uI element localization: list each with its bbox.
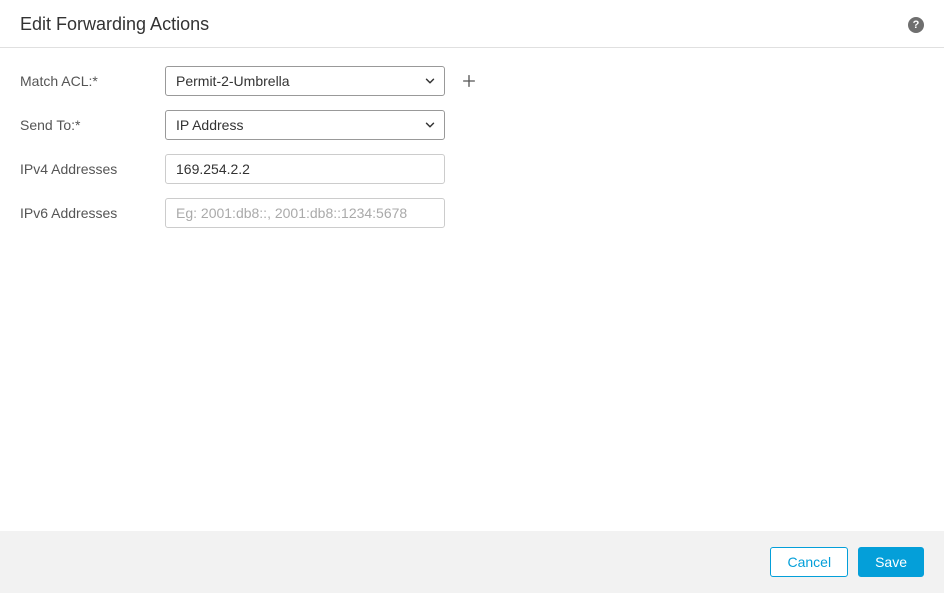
row-ipv4: IPv4 Addresses bbox=[20, 154, 924, 184]
label-match-acl: Match ACL:* bbox=[20, 73, 165, 89]
row-send-to: Send To:* IP Address bbox=[20, 110, 924, 140]
match-acl-value: Permit-2-Umbrella bbox=[165, 66, 445, 96]
dialog-footer: Cancel Save bbox=[0, 531, 944, 593]
cancel-button[interactable]: Cancel bbox=[770, 547, 848, 577]
ipv4-input[interactable] bbox=[165, 154, 445, 184]
add-acl-button[interactable] bbox=[459, 71, 479, 91]
label-ipv4: IPv4 Addresses bbox=[20, 161, 165, 177]
save-button[interactable]: Save bbox=[858, 547, 924, 577]
page-title: Edit Forwarding Actions bbox=[20, 14, 209, 35]
row-match-acl: Match ACL:* Permit-2-Umbrella bbox=[20, 66, 924, 96]
ipv6-input[interactable] bbox=[165, 198, 445, 228]
label-ipv6: IPv6 Addresses bbox=[20, 205, 165, 221]
send-to-value: IP Address bbox=[165, 110, 445, 140]
row-ipv6: IPv6 Addresses bbox=[20, 198, 924, 228]
dialog-header: Edit Forwarding Actions ? bbox=[0, 0, 944, 48]
help-icon[interactable]: ? bbox=[908, 17, 924, 33]
form-area: Match ACL:* Permit-2-Umbrella Send To:* … bbox=[0, 48, 944, 531]
match-acl-select[interactable]: Permit-2-Umbrella bbox=[165, 66, 445, 96]
label-send-to: Send To:* bbox=[20, 117, 165, 133]
send-to-select[interactable]: IP Address bbox=[165, 110, 445, 140]
